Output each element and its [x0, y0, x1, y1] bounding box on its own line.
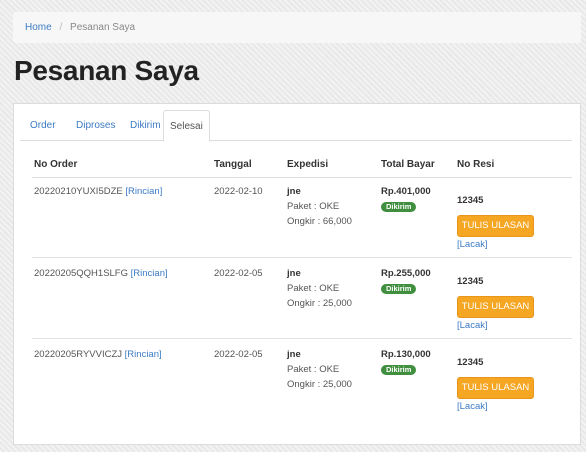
- order-date: 2022-02-05: [214, 349, 263, 360]
- tab-selesai[interactable]: Selesai: [163, 110, 210, 142]
- order-number-cell: 20220205RYVVICZJ [Rincian]: [34, 347, 162, 362]
- orders-panel: Order Diproses Dikirim Selesai No Order …: [13, 103, 581, 445]
- order-number: 20220205QQH1SLFG: [34, 268, 129, 279]
- total-amount: Rp.130,000: [381, 349, 431, 360]
- courier-ongkir: Ongkir : 66,000: [287, 216, 352, 227]
- row-divider: [32, 257, 572, 258]
- header-divider: [32, 177, 572, 178]
- write-review-button[interactable]: TULIS ULASAN: [457, 377, 534, 399]
- courier-package: Paket : OKE: [287, 201, 340, 212]
- order-tabs: Order Diproses Dikirim Selesai: [20, 110, 572, 142]
- courier-package: Paket : OKE: [287, 364, 340, 375]
- total-amount: Rp.255,000: [381, 268, 431, 279]
- tab-order[interactable]: Order: [24, 110, 62, 141]
- order-number-cell: 20220210YUXI5DZE [Rincian]: [34, 184, 162, 199]
- header-expedisi: Expedisi: [287, 159, 329, 170]
- order-number-cell: 20220205QQH1SLFG [Rincian]: [34, 266, 168, 281]
- rincian-link[interactable]: [Rincian]: [125, 349, 162, 360]
- resi-number: 12345: [457, 195, 484, 206]
- header-no-order: No Order: [34, 159, 78, 170]
- track-link[interactable]: [Lacak]: [457, 401, 488, 412]
- header-no-resi: No Resi: [457, 159, 495, 170]
- rincian-link[interactable]: [Rincian]: [125, 186, 162, 197]
- breadcrumb-current: Pesanan Saya: [70, 22, 136, 33]
- courier-ongkir: Ongkir : 25,000: [287, 379, 352, 390]
- courier-name: jne: [287, 186, 301, 197]
- breadcrumb-home-link[interactable]: Home: [25, 22, 52, 33]
- courier-package: Paket : OKE: [287, 283, 340, 294]
- page-title: Pesanan Saya: [14, 55, 199, 86]
- resi-number: 12345: [457, 276, 484, 287]
- write-review-button[interactable]: TULIS ULASAN: [457, 215, 534, 237]
- row-divider: [32, 338, 572, 339]
- header-tanggal: Tanggal: [214, 159, 252, 170]
- track-link[interactable]: [Lacak]: [457, 320, 488, 331]
- courier-name: jne: [287, 268, 301, 279]
- order-date: 2022-02-05: [214, 268, 263, 279]
- tab-dikirim[interactable]: Dikirim: [124, 110, 167, 141]
- resi-number: 12345: [457, 357, 484, 368]
- rincian-link[interactable]: [Rincian]: [131, 268, 168, 279]
- status-badge: Dikirim: [381, 284, 417, 294]
- write-review-button[interactable]: TULIS ULASAN: [457, 296, 534, 318]
- order-date: 2022-02-10: [214, 186, 263, 197]
- courier-ongkir: Ongkir : 25,000: [287, 298, 352, 309]
- status-badge: Dikirim: [381, 365, 417, 375]
- header-total-bayar: Total Bayar: [381, 159, 435, 170]
- order-number: 20220205RYVVICZJ: [34, 349, 123, 360]
- track-link[interactable]: [Lacak]: [457, 239, 488, 250]
- breadcrumb-separator: /: [59, 22, 63, 33]
- courier-name: jne: [287, 349, 301, 360]
- breadcrumb: Home / Pesanan Saya: [13, 12, 581, 43]
- status-badge: Dikirim: [381, 202, 417, 212]
- total-amount: Rp.401,000: [381, 186, 431, 197]
- order-number: 20220210YUXI5DZE: [34, 186, 123, 197]
- tab-diproses[interactable]: Diproses: [70, 110, 121, 141]
